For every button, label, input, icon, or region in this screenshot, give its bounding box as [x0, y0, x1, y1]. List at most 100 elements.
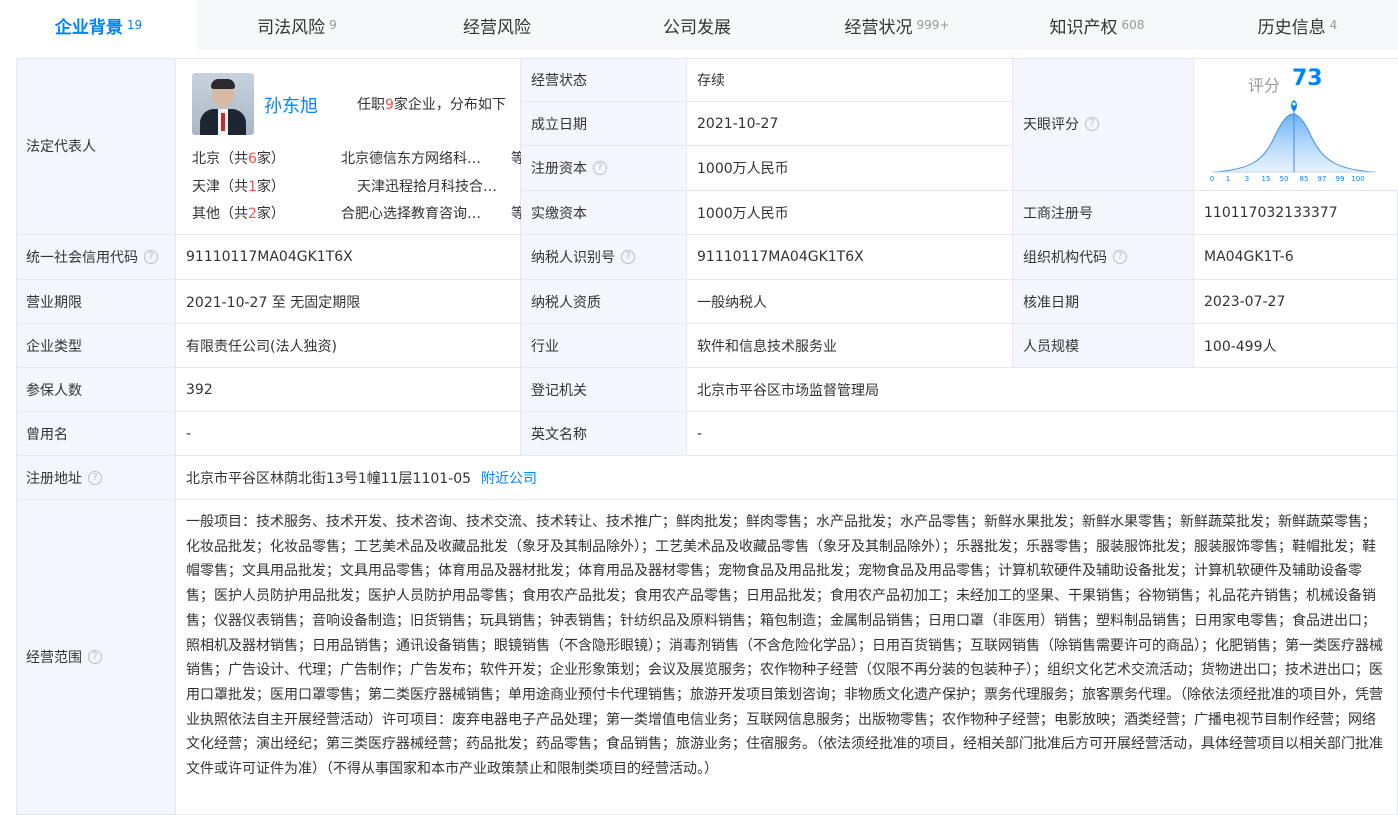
region-prefix: 北京（共 — [192, 151, 248, 167]
scope-text: 一般项目：技术服务、技术开发、技术咨询、技术交流、技术转让、技术推广；鲜肉批发；… — [186, 514, 1383, 778]
taxpayer-id-value: 91110117MA04GK1T6X — [687, 235, 1013, 280]
tab-operating-status[interactable]: 经营状况 999+ — [797, 0, 997, 50]
legal-rep-label-cell: 法定代表人 — [16, 58, 176, 235]
org-code-label: 组织机构代码? — [1013, 235, 1194, 280]
tab-history[interactable]: 历史信息 4 — [1197, 0, 1398, 50]
tab-label: 知识产权 — [1049, 17, 1118, 38]
avatar[interactable] — [192, 73, 254, 135]
label-text: 纳税人资质 — [531, 294, 601, 311]
type-label: 企业类型 — [16, 324, 176, 368]
tab-label: 公司发展 — [663, 17, 731, 38]
score-distribution-chart: 0 1 3 15 50 85 97 99 100 — [1210, 100, 1377, 183]
help-icon[interactable]: ? — [88, 470, 102, 485]
region-count: 1 — [248, 179, 257, 195]
value-text: 91110117MA04GK1T6X — [697, 249, 864, 265]
staff-label: 人员规模 — [1013, 324, 1194, 368]
staff-value: 100-499人 — [1194, 324, 1398, 368]
scope-label: 经营范围? — [16, 500, 176, 815]
address-value: 北京市平谷区林荫北街13号1幢11层1101-05 附近公司 — [176, 456, 1398, 500]
axis-tick-label: 97 — [1318, 175, 1327, 183]
label-text: 注册地址 — [26, 470, 82, 487]
status-value: 存续 — [687, 58, 1013, 102]
value-text: 软件和信息技术服务业 — [697, 338, 837, 355]
label-text: 英文名称 — [531, 426, 587, 443]
label-text: 营业期限 — [26, 294, 82, 311]
score-marker-pin — [1291, 100, 1297, 112]
former-name-label: 曾用名 — [16, 412, 176, 456]
value-text: 110117032133377 — [1204, 204, 1338, 221]
term-label: 营业期限 — [16, 280, 176, 324]
axis-tick-label: 100 — [1351, 175, 1364, 183]
value-text: - — [186, 425, 192, 442]
tab-label: 司法风险 — [257, 17, 326, 38]
region-company-link[interactable]: 北京德信东方网络科… — [341, 148, 501, 168]
tab-count: 4 — [1329, 18, 1338, 32]
biz-reg-value: 110117032133377 — [1194, 191, 1398, 235]
tab-intellectual-property[interactable]: 知识产权 608 — [997, 0, 1197, 50]
paid-capital-label: 实缴资本 — [521, 191, 687, 235]
summary-suffix: 家企业，分布如下 — [393, 97, 506, 113]
tab-judicial-risk[interactable]: 司法风险 9 — [197, 0, 397, 50]
label-text: 成立日期 — [531, 116, 587, 133]
axis-tick-label: 1 — [1226, 175, 1230, 183]
label-text: 核准日期 — [1023, 294, 1079, 311]
tab-count: 999+ — [916, 18, 950, 32]
value-text: 1000万人民币 — [697, 161, 789, 177]
region-tianjin[interactable]: 天津（共1家） — [192, 176, 285, 196]
tab-count: 608 — [1121, 18, 1145, 32]
legal-rep-label: 法定代表人 — [26, 139, 96, 155]
org-code-value: MA04GK1T-6 — [1194, 235, 1398, 280]
region-company-link[interactable]: 天津迅程拾月科技合… — [357, 176, 517, 196]
region-other[interactable]: 其他（共2家） — [192, 203, 285, 223]
region-suffix: 家） — [256, 206, 285, 222]
label-text: 经营状态 — [531, 72, 587, 89]
region-count: 2 — [248, 206, 257, 222]
score-widget[interactable]: 评分 73 0 1 3 15 50 85 97 99 100 — [1194, 58, 1398, 191]
summary-count: 9 — [385, 97, 394, 113]
nearby-companies-link[interactable]: 附近公司 — [481, 468, 537, 488]
tab-enterprise-background[interactable]: 企业背景 19 — [0, 0, 197, 50]
tab-company-development[interactable]: 公司发展 — [597, 0, 797, 50]
help-icon[interactable]: ? — [1085, 117, 1099, 131]
legal-rep-name-link[interactable]: 孙东旭 — [264, 92, 318, 118]
axis-tick-label: 15 — [1262, 175, 1271, 183]
industry-label: 行业 — [521, 324, 687, 368]
axis-tick-label: 50 — [1280, 175, 1289, 183]
value-text: - — [697, 425, 703, 442]
region-beijing[interactable]: 北京（共6家） — [192, 148, 285, 168]
tab-operating-risk[interactable]: 经营风险 — [397, 0, 597, 50]
axis-tick-label: 85 — [1300, 175, 1309, 183]
axis-tick-label: 0 — [1210, 175, 1214, 183]
taxpayer-qual-value: 一般纳税人 — [687, 280, 1013, 324]
label-text: 组织机构代码 — [1023, 250, 1107, 266]
approve-date-value: 2023-07-27 — [1194, 280, 1398, 324]
help-icon[interactable]: ? — [144, 250, 158, 264]
founded-value: 2021-10-27 — [687, 102, 1013, 146]
region-suffix: 家） — [256, 151, 285, 167]
address-label: 注册地址? — [16, 456, 176, 500]
paid-capital-value: 1000万人民币 — [687, 191, 1013, 235]
tab-label: 企业背景 — [54, 17, 123, 38]
label-text: 参保人数 — [26, 382, 82, 399]
label-text: 天眼评分 — [1023, 117, 1079, 133]
tab-count: 19 — [126, 18, 143, 32]
region-suffix: 家） — [256, 179, 285, 195]
axis-tick-label: 99 — [1336, 175, 1345, 183]
region-company-link[interactable]: 合肥心选择教育咨询… — [341, 203, 501, 223]
status-label: 经营状态 — [521, 58, 687, 102]
reg-capital-label: 注册资本? — [521, 146, 687, 191]
reg-capital-value: 1000万人民币 — [687, 146, 1013, 191]
help-icon[interactable]: ? — [621, 250, 635, 264]
help-icon[interactable]: ? — [88, 650, 102, 664]
biz-reg-label: 工商注册号 — [1013, 191, 1194, 235]
value-text: 北京市平谷区市场监督管理局 — [697, 382, 879, 399]
help-icon[interactable]: ? — [593, 161, 607, 175]
former-name-value: - — [176, 412, 521, 456]
founded-label: 成立日期 — [521, 102, 687, 146]
authority-value: 北京市平谷区市场监督管理局 — [687, 368, 1398, 412]
insured-value: 392 — [176, 368, 521, 412]
authority-label: 登记机关 — [521, 368, 687, 412]
summary-prefix: 任职 — [357, 97, 385, 113]
help-icon[interactable]: ? — [1113, 250, 1127, 264]
value-text: 有限责任公司(法人独资) — [186, 338, 337, 355]
